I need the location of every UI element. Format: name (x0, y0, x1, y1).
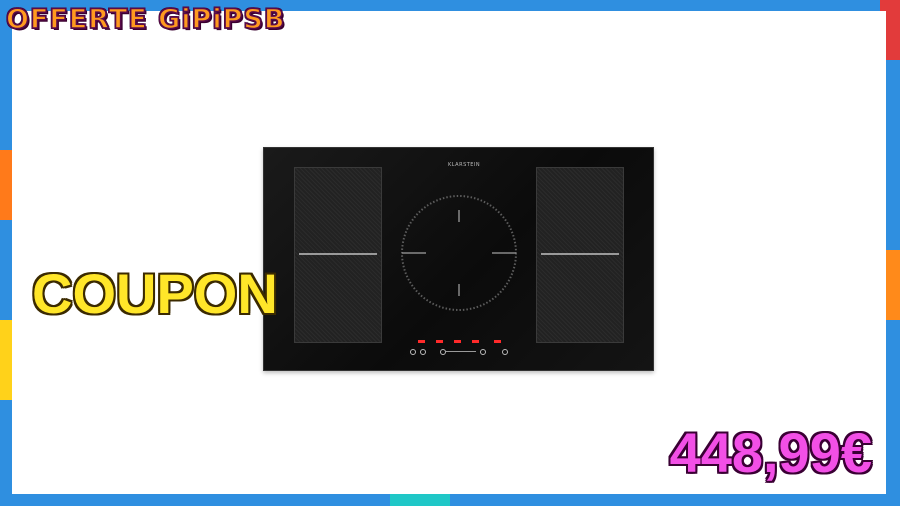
display-led (454, 340, 461, 343)
cooking-zone-right (536, 167, 624, 343)
brand-label: KLARSTEIN (448, 162, 481, 168)
touch-control-panel (404, 338, 514, 360)
zone-indicator-line (299, 253, 377, 255)
display-led (436, 340, 443, 343)
display-led (472, 340, 479, 343)
timer-icon (502, 349, 508, 355)
offer-banner-title: OFFERTE GiPiPSB (5, 3, 286, 36)
cooking-zone-center (401, 195, 517, 311)
cooking-zone-left (294, 167, 382, 343)
slider-bar (446, 351, 476, 352)
plus-icon (480, 349, 486, 355)
induction-hob-image: KLARSTEIN (263, 147, 654, 371)
display-led (418, 340, 425, 343)
coupon-label: COUPON (32, 262, 278, 325)
lock-icon (420, 349, 426, 355)
background-shape-orange-right (884, 250, 900, 320)
price-label: 448,99€ (669, 421, 872, 484)
background-shape-teal (390, 494, 450, 506)
display-led (494, 340, 501, 343)
power-icon (410, 349, 416, 355)
minus-icon (440, 349, 446, 355)
zone-indicator-line (541, 253, 619, 255)
